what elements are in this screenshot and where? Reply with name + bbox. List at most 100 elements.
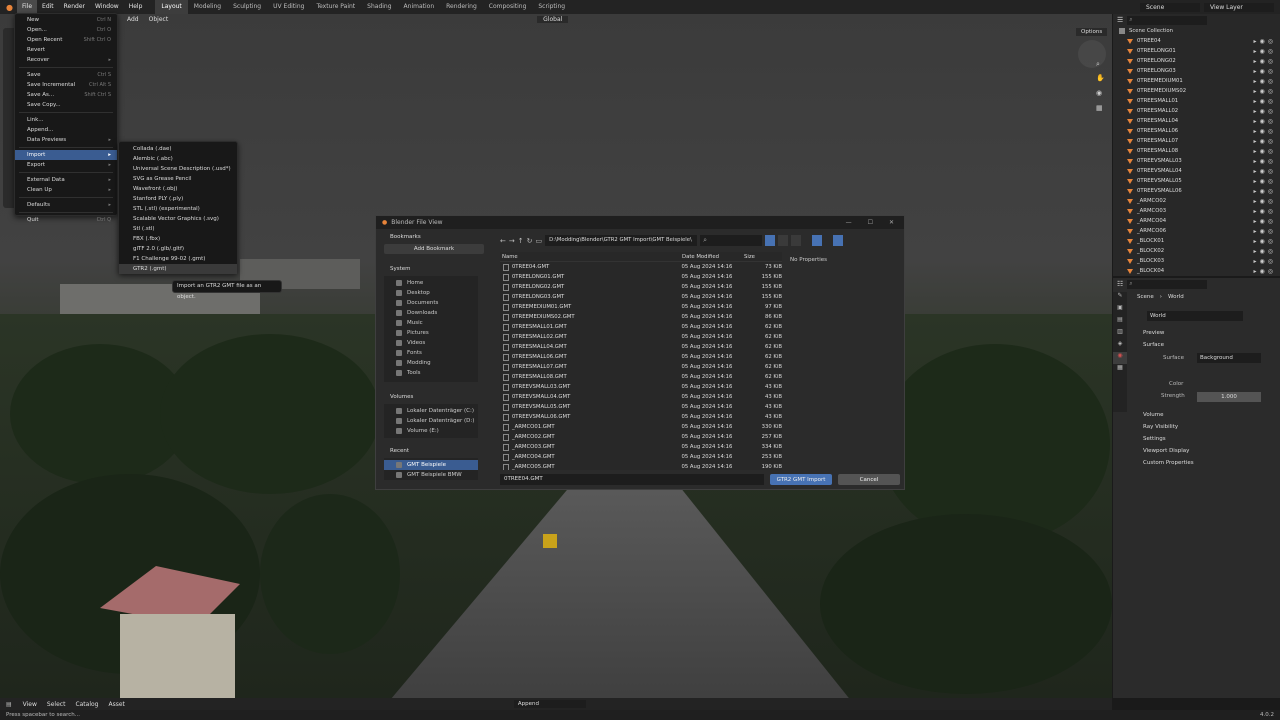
file-row[interactable]: _ARMCO05.GMT 05 Aug 2024 14:16 190 KiB (500, 462, 782, 470)
settings-gear-icon[interactable] (833, 235, 844, 246)
menu-item-export[interactable]: Export ▸ (15, 160, 117, 170)
visibility-icon[interactable]: ▸◉◎ (1254, 98, 1276, 105)
file-row[interactable]: 0TREEMEDIUM01.GMT 05 Aug 2024 14:16 97 KiB (500, 302, 782, 312)
visibility-icon[interactable]: ▸◉◎ (1254, 218, 1276, 225)
zoom-icon[interactable]: ⌕ (1096, 60, 1100, 69)
outliner-item[interactable]: 0TREEVSMALL04 ▸◉◎ (1113, 166, 1280, 176)
file-row[interactable]: _ARMCO01.GMT 05 Aug 2024 14:16 330 KiB (500, 422, 782, 432)
import-gltf[interactable]: glTF 2.0 (.glb/.gltf) (119, 244, 237, 254)
menu-item-new[interactable]: New Ctrl N (15, 15, 117, 25)
file-row[interactable]: _ARMCO04.GMT 05 Aug 2024 14:16 253 KiB (500, 452, 782, 462)
file-row[interactable]: 0TREEVSMALL05.GMT 05 Aug 2024 14:16 43 KiB (500, 402, 782, 412)
cancel-button[interactable]: Cancel (838, 474, 900, 485)
editor-type-icon[interactable]: ▤ (0, 701, 18, 708)
system-item-downloads[interactable]: Downloads (384, 308, 478, 318)
import-svg[interactable]: Scalable Vector Graphics (.svg) (119, 214, 237, 224)
tab-animation[interactable]: Animation (398, 0, 441, 14)
menu-item-open-recent[interactable]: Open Recent Shift Ctrl O (15, 35, 117, 45)
import-usd[interactable]: Universal Scene Description (.usd*) (119, 164, 237, 174)
file-row[interactable]: _ARMCO02.GMT 05 Aug 2024 14:16 257 KiB (500, 432, 782, 442)
file-row[interactable]: 0TREESMALL06.GMT 05 Aug 2024 14:16 62 KiB (500, 352, 782, 362)
bottom-menu-view[interactable]: View (18, 701, 42, 708)
import-f1-challenge[interactable]: F1 Challenge 99-02 (.gmt) (119, 254, 237, 264)
file-row[interactable]: 0TREE04.GMT 05 Aug 2024 14:16 73 KiB (500, 262, 782, 272)
path-field[interactable]: D:\Modding\Blender\GTR2 GMT Import\GMT B… (545, 235, 698, 246)
column-date-header[interactable]: Date Modified (682, 254, 744, 260)
maximize-icon[interactable]: ☐ (868, 219, 873, 226)
hand-icon[interactable]: ✋ (1096, 74, 1105, 82)
tab-tool-icon[interactable]: ✎ (1113, 292, 1127, 304)
system-header[interactable]: System (380, 264, 488, 274)
system-item-music[interactable]: Music (384, 318, 478, 328)
import-button[interactable]: GTR2 GMT Import (770, 474, 832, 485)
file-row[interactable]: 0TREESMALL08.GMT 05 Aug 2024 14:16 62 KiB (500, 372, 782, 382)
menu-item-revert[interactable]: Revert (15, 45, 117, 55)
menu-item-append[interactable]: Append... (15, 125, 117, 135)
surface-panel-header[interactable]: Surface (1113, 339, 1280, 351)
visibility-icon[interactable]: ▸◉◎ (1254, 228, 1276, 235)
recent-item-gmt-beispiele-bmw[interactable]: GMT Beispiele BMW (384, 470, 478, 480)
forward-icon[interactable]: → (509, 237, 515, 245)
outliner-item[interactable]: _ARMCO03 ▸◉◎ (1113, 206, 1280, 216)
visibility-icon[interactable]: ▸◉◎ (1254, 198, 1276, 205)
outliner-item[interactable]: _ARMCO04 ▸◉◎ (1113, 216, 1280, 226)
outliner-scene-collection[interactable]: Scene Collection (1113, 26, 1280, 36)
outliner-item[interactable]: 0TREESMALL01 ▸◉◎ (1113, 96, 1280, 106)
preview-panel-header[interactable]: Preview (1113, 327, 1280, 339)
system-item-pictures[interactable]: Pictures (384, 328, 478, 338)
grid-icon[interactable]: ▦ (1096, 104, 1103, 112)
camera-icon[interactable]: ◉ (1096, 89, 1102, 97)
visibility-icon[interactable]: ▸◉◎ (1254, 58, 1276, 65)
system-item-desktop[interactable]: Desktop (384, 288, 478, 298)
world-selector[interactable]: World (1147, 311, 1243, 321)
visibility-icon[interactable]: ▸◉◎ (1254, 88, 1276, 95)
outliner-item[interactable]: 0TREESMALL04 ▸◉◎ (1113, 116, 1280, 126)
visibility-icon[interactable]: ▸◉◎ (1254, 128, 1276, 135)
outliner-item[interactable]: _ARMCO02 ▸◉◎ (1113, 196, 1280, 206)
menu-item-save-copy[interactable]: Save Copy... (15, 100, 117, 110)
visibility-icon[interactable]: ▸◉◎ (1254, 238, 1276, 245)
file-row[interactable]: 0TREELONG03.GMT 05 Aug 2024 14:16 155 KiB (500, 292, 782, 302)
properties-editor-icon[interactable]: ☷ (1117, 280, 1123, 288)
outliner-item[interactable]: 0TREEVSMALL06 ▸◉◎ (1113, 186, 1280, 196)
import-alembic[interactable]: Alembic (.abc) (119, 154, 237, 164)
file-row[interactable]: 0TREEVSMALL06.GMT 05 Aug 2024 14:16 43 KiB (500, 412, 782, 422)
outliner-item[interactable]: 0TREESMALL06 ▸◉◎ (1113, 126, 1280, 136)
ray-visibility-panel-header[interactable]: Ray Visibility (1113, 421, 1280, 433)
file-row[interactable]: 0TREEMEDIUMS02.GMT 05 Aug 2024 14:16 86 Ki… (500, 312, 782, 322)
bottom-menu-select[interactable]: Select (42, 701, 71, 708)
visibility-icon[interactable]: ▸◉◎ (1254, 168, 1276, 175)
outliner-item[interactable]: _BLOCK03 ▸◉◎ (1113, 256, 1280, 266)
import-fbx[interactable]: FBX (.fbx) (119, 234, 237, 244)
import-stl-experimental[interactable]: STL (.stl) (experimental) (119, 204, 237, 214)
recent-header[interactable]: Recent (380, 446, 488, 456)
recent-item-gmt-beispiele[interactable]: GMT Beispiele (384, 460, 478, 470)
tab-uv-editing[interactable]: UV Editing (267, 0, 310, 14)
outliner-item[interactable]: 0TREELONG02 ▸◉◎ (1113, 56, 1280, 66)
tab-sculpting[interactable]: Sculpting (227, 0, 267, 14)
file-row[interactable]: 0TREESMALL07.GMT 05 Aug 2024 14:16 62 KiB (500, 362, 782, 372)
display-mode-grid-icon[interactable] (791, 235, 802, 246)
minimize-icon[interactable]: — (846, 219, 852, 226)
visibility-icon[interactable]: ▸◉◎ (1254, 118, 1276, 125)
file-row[interactable]: 0TREESMALL01.GMT 05 Aug 2024 14:16 62 KiB (500, 322, 782, 332)
menu-item-quit[interactable]: Quit Ctrl Q (15, 215, 117, 225)
menu-item-save-as[interactable]: Save As... Shift Ctrl S (15, 90, 117, 100)
menu-item-link[interactable]: Link... (15, 115, 117, 125)
close-icon[interactable]: ✕ (889, 219, 894, 226)
file-row[interactable]: 0TREEVSMALL04.GMT 05 Aug 2024 14:16 43 KiB (500, 392, 782, 402)
system-item-fonts[interactable]: Fonts (384, 348, 478, 358)
import-gtr2[interactable]: GTR2 (.gmt) (119, 264, 237, 274)
volume-panel-header[interactable]: Volume (1113, 409, 1280, 421)
tab-modeling[interactable]: Modeling (188, 0, 227, 14)
file-row[interactable]: 0TREELONG02.GMT 05 Aug 2024 14:16 155 KiB (500, 282, 782, 292)
blender-logo-icon[interactable]: ● (2, 3, 17, 12)
tab-render-icon[interactable]: ▣ (1113, 304, 1127, 316)
system-item-home[interactable]: Home (384, 278, 478, 288)
filter-icon[interactable] (812, 235, 823, 246)
custom-properties-panel-header[interactable]: Custom Properties (1113, 457, 1280, 469)
outliner-item[interactable]: _BLOCK01 ▸◉◎ (1113, 236, 1280, 246)
viewport-options-button[interactable]: Options (1076, 28, 1108, 36)
visibility-icon[interactable]: ▸◉◎ (1254, 268, 1276, 275)
menu-item-data-previews[interactable]: Data Previews ▸ (15, 135, 117, 145)
